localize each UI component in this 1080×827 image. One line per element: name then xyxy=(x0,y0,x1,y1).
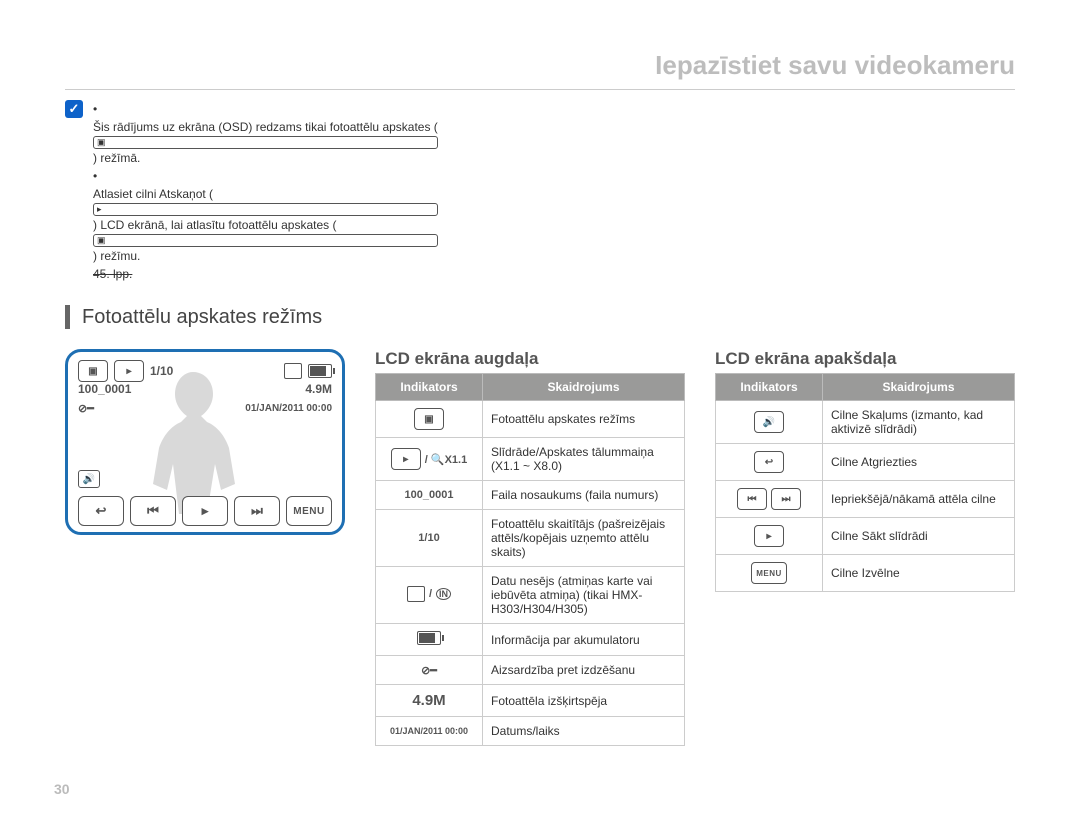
lcd-preview: ▣ ▸ 1/10 100_0001 4.9M xyxy=(65,349,345,535)
section-title: Fotoattēlu apskates režīms xyxy=(65,305,1015,329)
card-icon xyxy=(407,586,425,602)
photo-mode-icon: ▣ xyxy=(414,408,444,430)
photo-mode-icon: ▣ xyxy=(78,360,108,382)
note2-b: ) LCD ekrānā, lai atlasītu fotoattēlu ap… xyxy=(93,216,438,234)
note2-a: Atlasiet cilni Atskaņot ( xyxy=(93,185,438,203)
counter-value: 1/10 xyxy=(150,364,173,378)
note-block: ✓ • Šis rādījums uz ekrāna (OSD) redzams… xyxy=(65,100,1015,283)
table-row: Informācija par akumulatoru xyxy=(376,624,685,656)
top-indicator-table: Indikators Skaidrojums ▣ Fotoattēlu apsk… xyxy=(375,373,685,746)
table-row: MENU Cilne Izvēlne xyxy=(716,555,1015,592)
table-row: 01/JAN/2011 00:00 Datums/laiks xyxy=(376,717,685,746)
section-title-text: Fotoattēlu apskates režīms xyxy=(82,306,322,329)
col-indicator: Indikators xyxy=(376,374,483,401)
resolution: 4.9M xyxy=(305,382,332,396)
menu-icon: MENU xyxy=(751,562,787,584)
lock-icon: ⊘━ xyxy=(421,665,437,677)
datetime: 01/JAN/2011 00:00 xyxy=(245,403,332,414)
slideshow-icon: ▸ xyxy=(754,525,784,547)
slideshow-icon: ▸ xyxy=(391,448,421,470)
table-row: ▸ Cilne Sākt slīdrādi xyxy=(716,518,1015,555)
table-row: 1/10 Fotoattēlu skaitītājs (pašreizējais… xyxy=(376,510,685,567)
note2-c: ) režīmu. xyxy=(93,247,438,265)
table-row: 100_0001 Faila nosaukums (faila numurs) xyxy=(376,481,685,510)
table-row: ⊘━ Aizsardzība pret izdzēšanu xyxy=(376,656,685,685)
table-row: ↩ Cilne Atgriezties xyxy=(716,444,1015,481)
volume-icon: 🔊 xyxy=(754,411,784,433)
table-row: ⏮⏭ Iepriekšējā/nākamā attēla cilne xyxy=(716,481,1015,518)
note-text: • Šis rādījums uz ekrāna (OSD) redzams t… xyxy=(93,100,438,283)
file-name: 100_0001 xyxy=(78,382,131,396)
return-icon: ↩ xyxy=(754,451,784,473)
battery-icon xyxy=(308,364,332,378)
col-explain: Skaidrojums xyxy=(823,374,1015,401)
table-row: ▣ Fotoattēlu apskates režīms xyxy=(376,401,685,438)
table-row: ▸ / 🔍X1.1 Slīdrāde/Apskates tālummaiņa (… xyxy=(376,438,685,481)
note2-pageref: 45. lpp. xyxy=(93,265,438,283)
in-icon: IN xyxy=(436,588,451,600)
col-indicator: Indikators xyxy=(716,374,823,401)
prev-button[interactable]: ⏮ xyxy=(130,496,176,526)
prev-icon: ⏮ xyxy=(737,488,767,510)
top-table-title: LCD ekrāna augdaļa xyxy=(375,349,685,369)
page-number: 30 xyxy=(54,781,70,797)
photo-mode-icon-2: ▣ xyxy=(93,234,438,247)
check-icon: ✓ xyxy=(65,100,83,118)
zoom-text: / 🔍X1.1 xyxy=(425,453,467,466)
note1-suffix: ) režīmā. xyxy=(93,149,438,167)
bottom-table-title: LCD ekrāna apakšdaļa xyxy=(715,349,1015,369)
table-row: 4.9M Fotoattēla izšķirtspēja xyxy=(376,685,685,717)
slideshow-icon: ▸ xyxy=(114,360,144,382)
slide-button[interactable]: ▸ xyxy=(182,496,228,526)
lock-icon: ⊘━ xyxy=(78,402,94,415)
col-explain: Skaidrojums xyxy=(483,374,685,401)
return-button[interactable]: ↩ xyxy=(78,496,124,526)
volume-icon: 🔊 xyxy=(78,469,100,489)
battery-icon xyxy=(417,631,441,645)
page-header-title: Iepazīstiet savu videokameru xyxy=(65,50,1015,90)
play-tab-icon: ▸ xyxy=(93,203,438,216)
table-row: 🔊 Cilne Skaļums (izmanto, kad aktivizē s… xyxy=(716,401,1015,444)
note1-prefix: Šis rādījums uz ekrāna (OSD) redzams tik… xyxy=(93,118,438,136)
storage-icon xyxy=(284,363,302,379)
next-icon: ⏭ xyxy=(771,488,801,510)
photo-mode-icon: ▣ xyxy=(93,136,438,149)
bottom-indicator-table: Indikators Skaidrojums 🔊 Cilne Skaļums (… xyxy=(715,373,1015,592)
menu-button[interactable]: MENU xyxy=(286,496,332,526)
table-row: / IN Datu nesējs (atmiņas karte vai iebū… xyxy=(376,567,685,624)
next-button[interactable]: ⏭ xyxy=(234,496,280,526)
